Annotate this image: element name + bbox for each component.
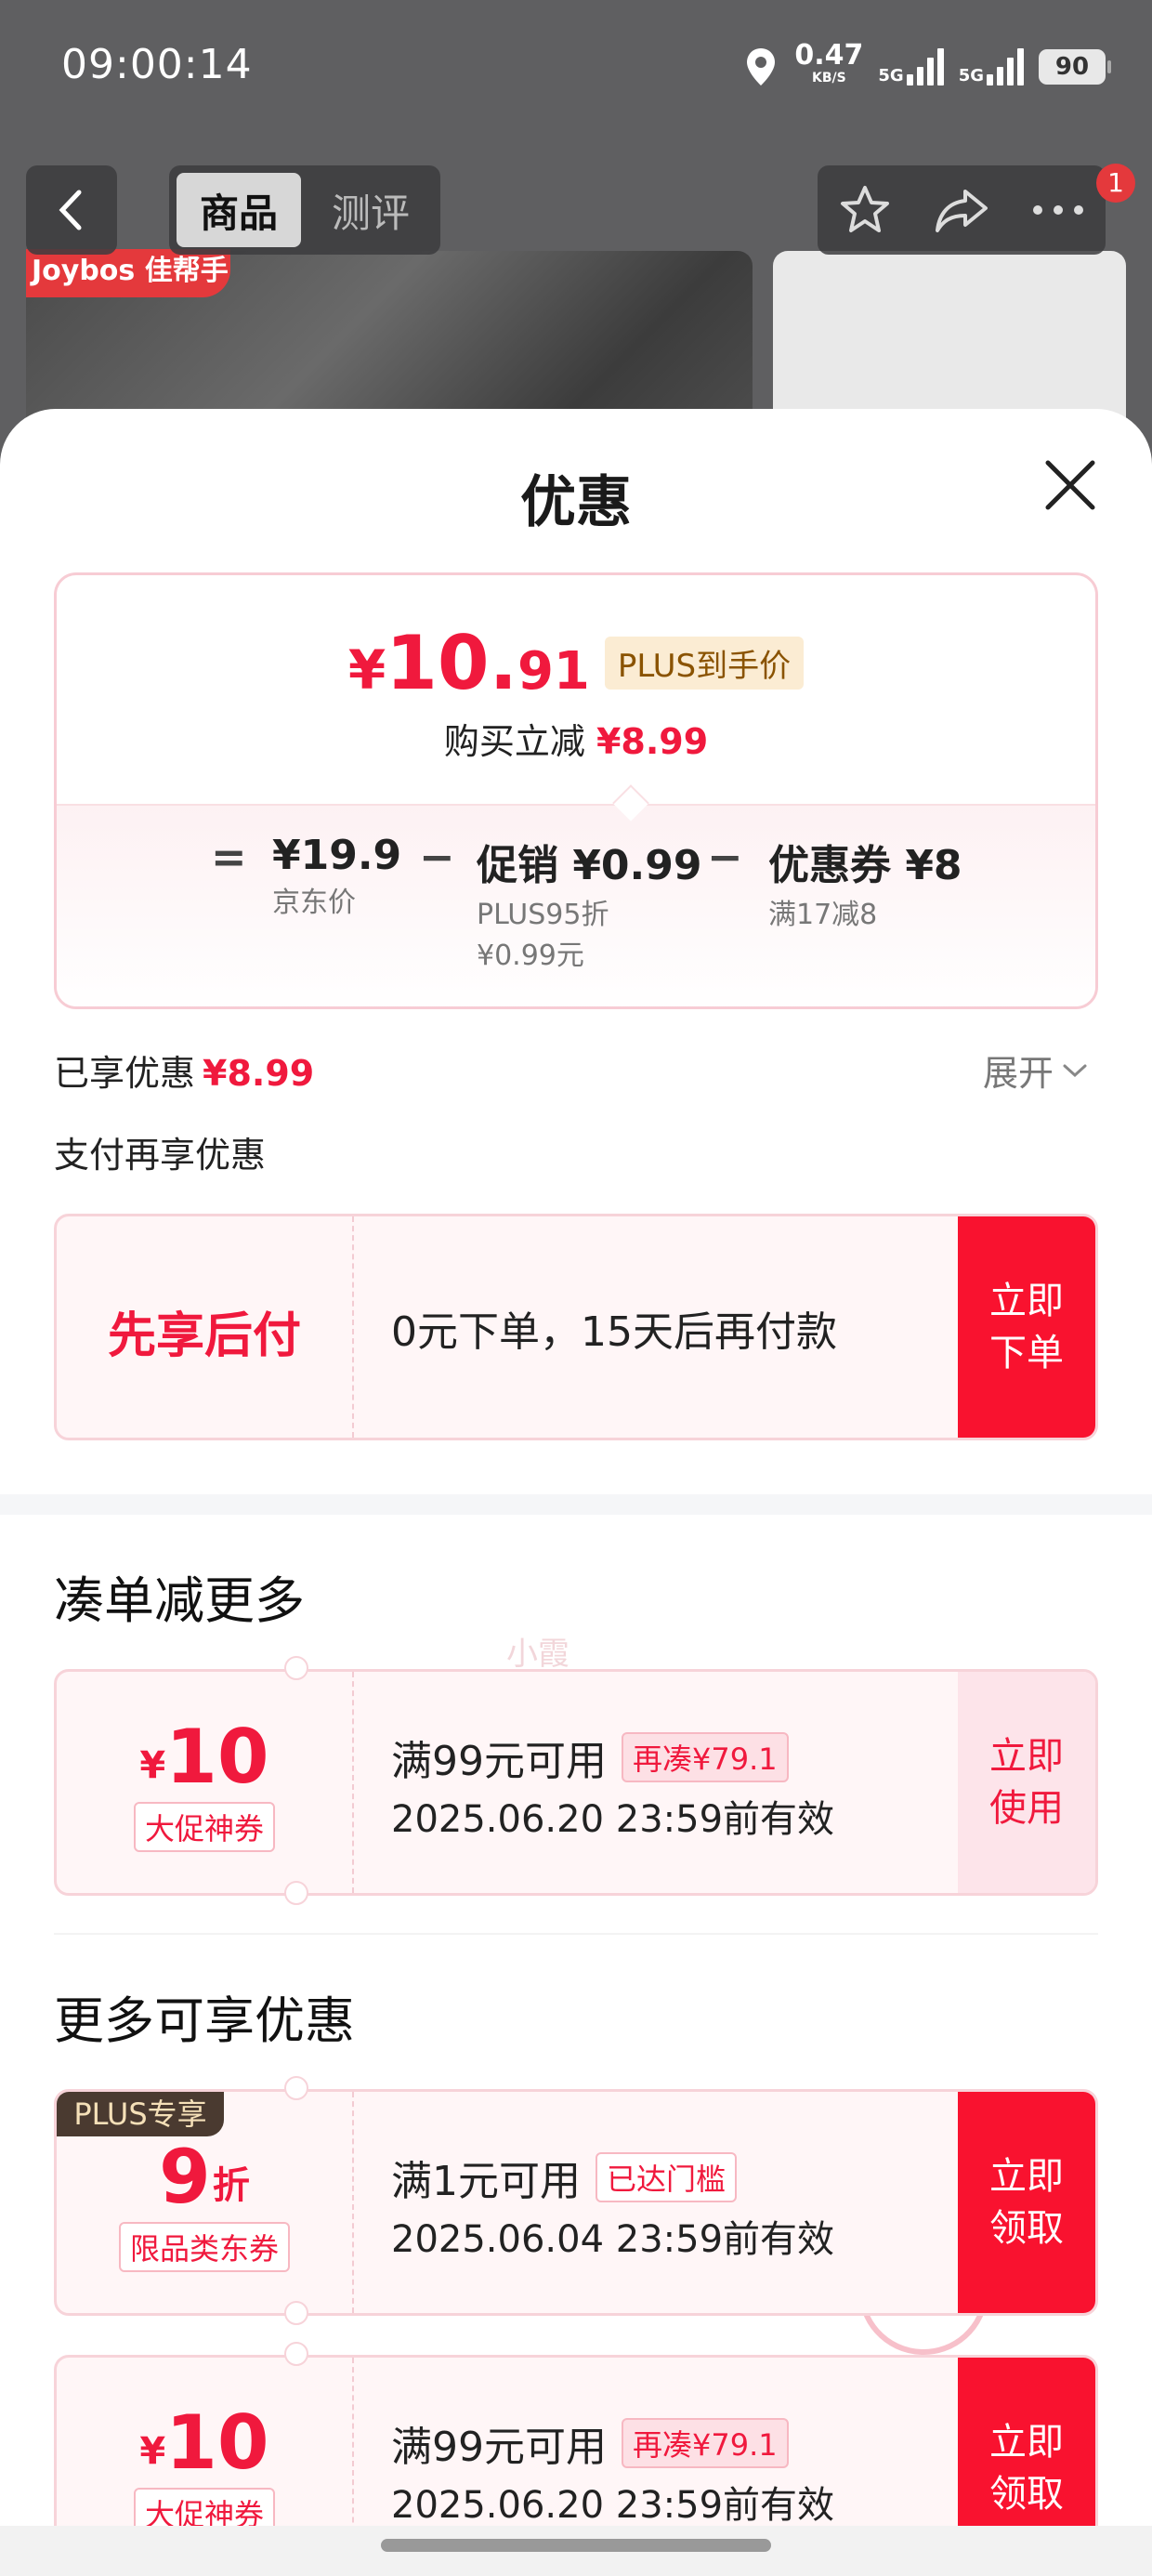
coupon-gap-badge: 再凑¥79.1 bbox=[622, 2418, 789, 2468]
order-now-button[interactable]: 立即 下单 bbox=[958, 1216, 1095, 1438]
coupon-price: 优惠券 ¥8 满17减8 bbox=[768, 842, 962, 931]
expand-toggle[interactable]: 展开 bbox=[983, 1045, 1089, 1096]
home-indicator[interactable] bbox=[381, 2539, 771, 2552]
pay-later-title-area: 先享后付 bbox=[57, 1216, 352, 1438]
discount-sheet: 优惠 ¥10.91 PLUS到手价 购买立减 ¥8.99 = ¥19.9 京东价… bbox=[0, 409, 1152, 2576]
coupon-condition: 满99元可用 bbox=[391, 1738, 607, 1785]
brand-logo: Joybos 佳帮手 bbox=[26, 249, 230, 297]
tab-product[interactable]: 商品 bbox=[177, 173, 301, 247]
base-price: ¥19.9 京东价 bbox=[272, 832, 402, 919]
coupon-validity: 2025.06.20 23:59前有效 bbox=[391, 1798, 835, 1841]
battery-indicator: 90 bbox=[1039, 49, 1111, 85]
enjoyed-discount: 已享优惠 ¥8.99 bbox=[54, 1053, 315, 1094]
tab-review[interactable]: 测评 bbox=[308, 173, 433, 247]
pay-later-desc: 0元下单，15天后再付款 bbox=[391, 1308, 837, 1356]
signal-5g-1: 5G bbox=[878, 48, 944, 85]
coupon-amount: ¥10 bbox=[139, 1714, 269, 1800]
minus-sign-2: − bbox=[707, 832, 743, 882]
coupon-validity: 2025.06.20 23:59前有效 bbox=[391, 2484, 835, 2527]
sheet-title: 优惠 bbox=[520, 470, 632, 535]
message-badge: 1 bbox=[1096, 164, 1135, 203]
plus-price-tag: PLUS到手价 bbox=[604, 637, 805, 690]
share-icon[interactable] bbox=[932, 182, 991, 238]
coupon-condition: 满99元可用 bbox=[391, 2424, 607, 2471]
coupon-validity: 2025.06.04 23:59前有效 bbox=[391, 2218, 835, 2261]
section-divider bbox=[0, 1494, 1152, 1515]
promo-price: 促销 ¥0.99 PLUS95折 ¥0.99元 bbox=[477, 842, 702, 972]
instant-discount: 购买立减 ¥8.99 bbox=[443, 721, 709, 762]
more-icon[interactable] bbox=[1030, 201, 1086, 219]
equals-sign: = bbox=[211, 832, 247, 882]
pay-section-title: 支付再享优惠 bbox=[54, 1135, 267, 1176]
chevron-left-icon bbox=[59, 190, 82, 230]
coupon-amount: ¥10 bbox=[139, 2399, 269, 2486]
close-icon[interactable] bbox=[1042, 457, 1098, 513]
bundle-coupon: ¥10 大促神券 满99元可用 再凑¥79.1 2025.06.20 23:59… bbox=[54, 1669, 1098, 1896]
price-breakdown-card: ¥10.91 PLUS到手价 购买立减 ¥8.99 = ¥19.9 京东价 − … bbox=[54, 572, 1098, 1009]
use-now-button[interactable]: 立即 使用 bbox=[958, 1672, 1095, 1893]
bundle-section-title: 凑单减更多 bbox=[54, 1571, 305, 1630]
status-bar: 09:00:14 0.47 KB/S 5G 5G 90 bbox=[0, 0, 1152, 139]
net-speed: 0.47 KB/S bbox=[794, 39, 864, 86]
product-actions bbox=[818, 165, 1106, 255]
signal-5g-2: 5G bbox=[959, 48, 1024, 85]
final-price: ¥10.91 bbox=[347, 620, 590, 706]
status-time: 09:00:14 bbox=[61, 41, 253, 88]
coupon-type-tag: 大促神券 bbox=[133, 1802, 275, 1852]
coupon-type-tag: 限品类东券 bbox=[118, 2222, 290, 2272]
threshold-met-badge: 已达门槛 bbox=[596, 2152, 738, 2202]
chevron-down-icon bbox=[1063, 1064, 1087, 1077]
star-icon[interactable] bbox=[837, 182, 893, 238]
back-button[interactable] bbox=[26, 165, 117, 255]
coupon-condition: 满1元可用 bbox=[391, 2158, 581, 2205]
plus-coupon: PLUS专享 9折 限品类东券 满1元可用 已达门槛 2025.06.04 23… bbox=[54, 2089, 1098, 2316]
coupon-amount: 9折 bbox=[159, 2134, 250, 2220]
location-icon bbox=[747, 48, 776, 85]
product-tabs: 商品 测评 bbox=[169, 165, 440, 255]
pay-later-title: 先享后付 bbox=[107, 1308, 301, 1364]
claim-now-button[interactable]: 立即 领取 bbox=[958, 2092, 1095, 2313]
watermark-text: 小霞 bbox=[506, 1636, 569, 1673]
pay-later-card: 先享后付 0元下单，15天后再付款 立即 下单 bbox=[54, 1214, 1098, 1440]
coupon-gap-badge: 再凑¥79.1 bbox=[622, 1732, 789, 1782]
more-section-title: 更多可享优惠 bbox=[54, 1991, 355, 2050]
minus-sign-1: − bbox=[419, 832, 455, 882]
